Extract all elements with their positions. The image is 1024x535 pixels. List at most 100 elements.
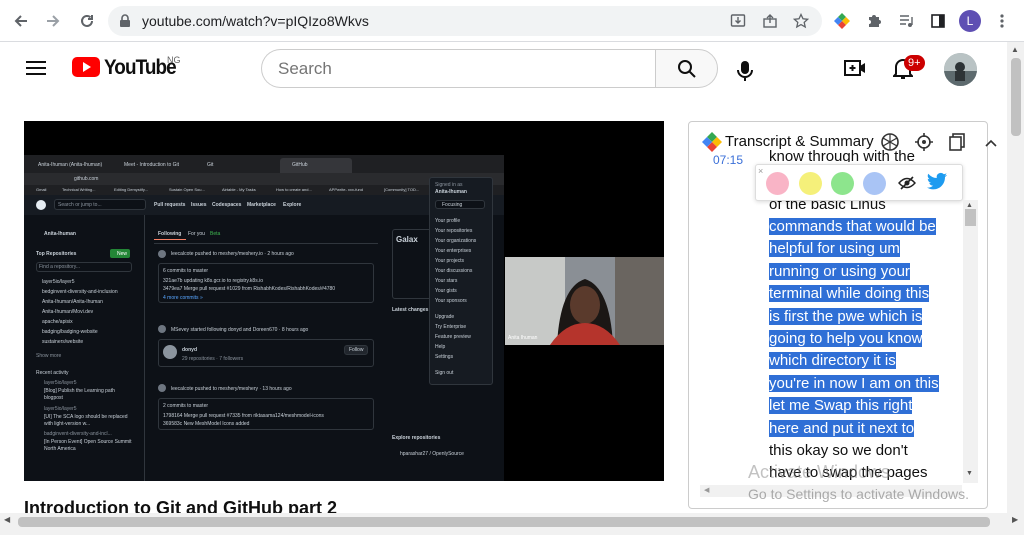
repo-item: Anita-Ihuman/Anita-Ihuman [42, 299, 103, 305]
microphone-icon[interactable] [730, 55, 760, 85]
blue-highlight-button[interactable] [863, 172, 886, 195]
follow-button: Follow [349, 347, 364, 353]
transcript-text[interactable]: of the basic Linus commands that would b… [769, 173, 969, 485]
embedded-tab: GitHub [292, 162, 308, 168]
youtube-logo-icon[interactable] [72, 57, 100, 77]
transcript-title[interactable]: Transcript & Summary [725, 133, 874, 150]
scroll-down-arrow-icon[interactable]: ▼ [966, 470, 973, 477]
feed-actor: leecalcote pushed to meshery/meshery.io … [171, 251, 294, 257]
transcript-scroll-thumb[interactable] [965, 209, 976, 226]
activity-text: [Blog] Publish the Learning path blogpos… [44, 388, 115, 401]
activate-windows-title: Activate Windows [748, 462, 891, 482]
copy-icon[interactable] [948, 133, 966, 156]
embedded-tab: Anita-Ihuman (Anita-Ihuman) [38, 162, 103, 168]
lock-icon[interactable] [119, 14, 131, 33]
kebab-menu-icon[interactable] [992, 11, 1012, 31]
embedded-nav: Marketplace [247, 202, 276, 208]
transcript-line-selected: let me Swap this right [769, 397, 913, 415]
transcript-line-selected: which directory it is [769, 352, 896, 370]
url-text[interactable]: youtube.com/watch?v=pIQIzo8Wkvs [142, 13, 369, 29]
embedded-nav: Codespaces [212, 202, 242, 208]
transcript-line-selected: helpful for using um [769, 240, 900, 258]
video-player[interactable]: Anita-Ihuman (Anita-Ihuman) Meet - Intro… [24, 121, 664, 481]
back-arrow-icon[interactable] [10, 10, 32, 32]
close-icon[interactable]: × [758, 166, 763, 176]
account-avatar[interactable] [944, 53, 977, 86]
scroll-up-arrow-icon[interactable]: ▲ [966, 202, 973, 209]
share-icon[interactable] [760, 11, 780, 31]
explore-label: Explore repositories [392, 435, 441, 441]
repo-item: badging/badging-website [42, 329, 98, 335]
extension-color-icon[interactable] [832, 11, 852, 31]
install-icon[interactable] [728, 11, 748, 31]
search-button[interactable] [655, 49, 718, 88]
sidebar-icon[interactable] [928, 11, 948, 31]
profile-avatar[interactable]: L [959, 10, 981, 32]
create-video-icon[interactable] [844, 59, 866, 82]
page-hscroll-thumb[interactable] [18, 517, 990, 527]
star-icon[interactable] [791, 11, 811, 31]
bookmark: Gmail [36, 187, 47, 192]
chevron-up-icon[interactable] [984, 135, 998, 153]
transcript-scrollbar[interactable] [963, 200, 978, 483]
green-highlight-button[interactable] [831, 172, 854, 195]
transcript-timestamp[interactable]: 07:15 [713, 153, 743, 167]
youtube-wordmark[interactable]: YouTube [104, 56, 177, 80]
media-icon[interactable] [896, 11, 916, 31]
repo-item: apache/apisix [42, 319, 73, 325]
puzzle-icon[interactable] [864, 11, 884, 31]
embedded-tab: Meet - Introduction to Git [124, 162, 180, 168]
target-icon[interactable] [914, 132, 934, 157]
scroll-left-arrow-icon[interactable]: ◀ [704, 486, 709, 494]
webcam-feed [505, 257, 664, 345]
feed-line: 321ae7b updating k8s.gcr.io to registry.… [163, 278, 263, 284]
find-repo: Find a repository... [39, 264, 81, 270]
feed-commits: 2 commits to master [163, 403, 209, 409]
transcript-line-selected: is first the pwe which is [769, 307, 923, 325]
yellow-highlight-button[interactable] [799, 172, 822, 195]
reload-icon[interactable] [76, 10, 98, 32]
galaxy-text: Galax [396, 235, 418, 244]
transcript-line-selected: you're in now I am on this [769, 374, 939, 392]
menu-item: Your sponsors [435, 298, 467, 304]
page-scroll-thumb[interactable] [1011, 58, 1021, 136]
eye-slash-icon[interactable] [898, 175, 916, 196]
page-scroll-right-icon[interactable]: ▶ [1012, 515, 1018, 524]
feed-tab: For you [188, 231, 205, 237]
menu-item: Sign out [435, 370, 454, 376]
activity-text: [In Person Event] Open Source Summit Nor… [44, 439, 132, 452]
repo-item: sustainers/website [42, 339, 84, 345]
twitter-icon[interactable] [926, 172, 948, 197]
menu-item: Settings [435, 354, 454, 360]
repo-item: Anita-Ihuman/Movi.dev [42, 309, 94, 315]
transcript-line-selected: running or using your [769, 262, 910, 280]
menu-item: Your enterprises [435, 248, 472, 254]
menu-item: Your projects [435, 258, 464, 264]
menu-item: Your organizations [435, 238, 477, 244]
page-scroll-left-icon[interactable]: ◀ [4, 515, 10, 524]
hamburger-menu-icon[interactable] [26, 60, 46, 81]
embedded-nav: Explore [283, 202, 302, 208]
menu-item: Your profile [435, 218, 461, 224]
menu-item: Try Enterprise [435, 324, 467, 330]
menu-item: Anita-Ihuman [435, 189, 467, 195]
activity-text: [UI] The SCA logo should be replaced wit… [44, 414, 128, 427]
explore-item: hparashar27 / OpenlySource [400, 451, 464, 457]
card-name: donyd [182, 347, 197, 353]
search-icon [678, 60, 696, 78]
feed-tab: Beta [210, 231, 221, 237]
pink-highlight-button[interactable] [766, 172, 789, 195]
menu-item: Your stars [435, 278, 458, 284]
feed-actor: leecalcote pushed to meshery/meshery · 1… [171, 386, 292, 392]
notification-badge[interactable]: 9+ [904, 55, 925, 71]
feed-line: 1798164 Merge pull request #7335 from ri… [163, 413, 324, 419]
latest-changes-label: Latest changes [392, 307, 429, 313]
embedded-tab-strip: Anita-Ihuman (Anita-Ihuman) Meet - Intro… [24, 155, 504, 173]
webcam-label: Anita Ihuman [508, 335, 538, 341]
transcript-line: know through with the [769, 150, 915, 162]
forward-arrow-icon[interactable] [42, 10, 64, 32]
embedded-nav: Pull requests [154, 202, 186, 208]
top-repos-label: Top Repositories [36, 251, 77, 257]
github-logo-icon [36, 200, 46, 210]
page-scroll-up-icon[interactable]: ▲ [1011, 45, 1019, 54]
